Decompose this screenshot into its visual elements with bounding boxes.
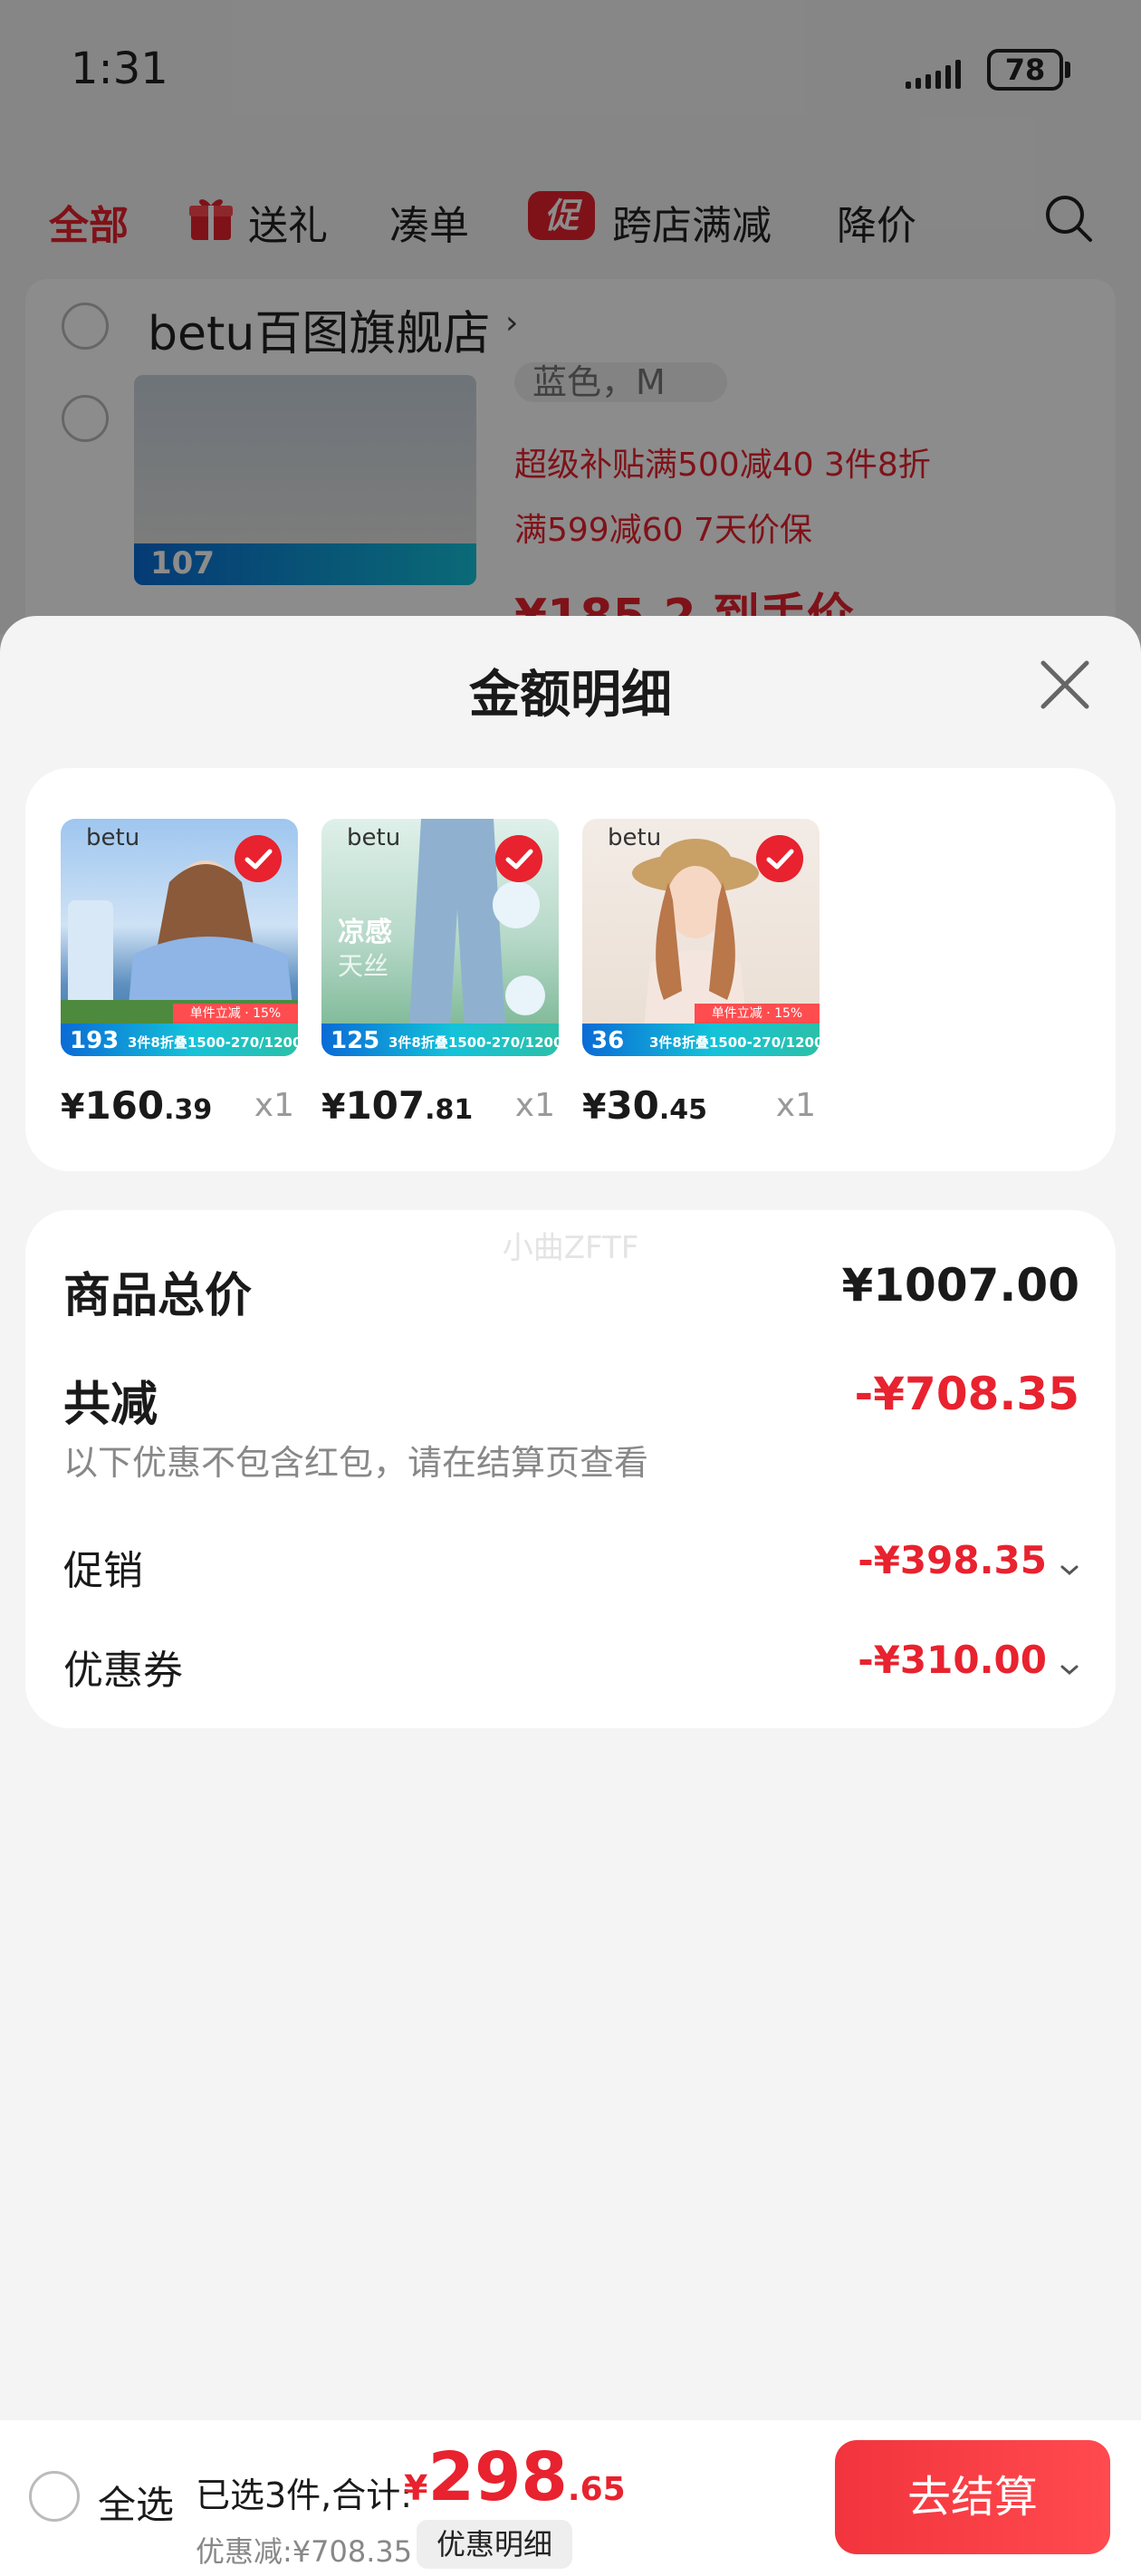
coupon-label: 优惠券	[63, 1648, 183, 1694]
promotion-value: -¥398.35	[858, 1538, 1047, 1582]
discount-amount-text: 优惠减:¥708.35	[196, 2534, 413, 2569]
price-decimal: .45	[658, 1094, 708, 1126]
sheet-title: 金额明细	[469, 666, 672, 725]
product-image[interactable]: betu 单件立减 · 15% 193 3件8折叠1500-270/1200-2…	[61, 819, 298, 1056]
product-discount-tag: 单件立减 · 15%	[173, 1004, 298, 1024]
coupon-row-value[interactable]: -¥310.00	[858, 1638, 1079, 1682]
checkout-button[interactable]: 去结算	[835, 2440, 1110, 2554]
product-strip-text: 3件8折叠1500-270/1200-200	[128, 1034, 298, 1051]
total-currency: ¥	[404, 2468, 428, 2508]
svg-text:天丝: 天丝	[338, 951, 388, 981]
checked-icon[interactable]	[235, 835, 282, 882]
select-all-label[interactable]: 全选	[98, 2475, 174, 2530]
promotion-row-value[interactable]: -¥398.35	[858, 1538, 1079, 1582]
checked-icon[interactable]	[495, 835, 542, 882]
currency-symbol: ¥	[61, 1087, 85, 1127]
product-quantity: x1	[254, 1087, 294, 1124]
product-strip-price: 36	[591, 1027, 625, 1054]
close-icon[interactable]	[1032, 652, 1098, 717]
product-discount-tag: 单件立减 · 15%	[695, 1004, 820, 1024]
promotion-label: 促销	[63, 1548, 143, 1594]
total-decimal: .65	[567, 2471, 626, 2508]
total-amount: ¥298.65	[404, 2438, 626, 2516]
product-image[interactable]: betu 单件立减 · 15% 36 3件8折叠1500-270/1200-20…	[582, 819, 820, 1056]
discount-detail-button[interactable]: 优惠明细	[417, 2520, 572, 2569]
reduction-note: 以下优惠不包含红包，请在结算页查看	[63, 1443, 649, 1483]
product-quantity: x1	[514, 1087, 555, 1124]
product-price: ¥30.45	[582, 1083, 707, 1128]
total-reduction-label: 共减	[63, 1378, 158, 1432]
currency-symbol: ¥	[321, 1087, 346, 1127]
product-brand: betu	[608, 824, 662, 851]
amount-detail-sheet: 金额明细 betu 单件立减 · 15% 193 3件8折叠1500-270/1…	[0, 616, 1141, 2576]
total-price-label: 商品总价	[63, 1269, 253, 1323]
modal-backdrop[interactable]	[0, 0, 1141, 634]
product-quantity: x1	[775, 1087, 816, 1124]
product-item[interactable]: 凉感 天丝 betu 125 3件8折叠1500-270/1200-200 ¥1…	[321, 819, 559, 1128]
selected-products-card: betu 单件立减 · 15% 193 3件8折叠1500-270/1200-2…	[25, 768, 1116, 1171]
product-item[interactable]: betu 单件立减 · 15% 36 3件8折叠1500-270/1200-20…	[582, 819, 820, 1128]
product-brand: betu	[347, 824, 401, 851]
price-summary-card: 小曲ZFTF 商品总价 ¥1007.00 共减 -¥708.35 以下优惠不包含…	[25, 1210, 1116, 1728]
product-item[interactable]: betu 单件立减 · 15% 193 3件8折叠1500-270/1200-2…	[61, 819, 298, 1128]
svg-text:凉感: 凉感	[338, 917, 392, 948]
total-integer: 298	[427, 2438, 568, 2516]
price-decimal: .39	[164, 1094, 213, 1126]
product-image[interactable]: 凉感 天丝 betu 125 3件8折叠1500-270/1200-200	[321, 819, 559, 1056]
checked-icon[interactable]	[756, 835, 803, 882]
price-integer: 30	[606, 1083, 659, 1128]
product-strip-text: 3件8折叠1500-270/1200-200	[649, 1034, 820, 1051]
product-strip-price: 125	[331, 1027, 380, 1054]
product-price: ¥160.39	[61, 1083, 212, 1128]
coupon-value: -¥310.00	[858, 1638, 1047, 1682]
select-all-radio[interactable]	[29, 2471, 80, 2522]
price-decimal: .81	[425, 1094, 474, 1126]
price-integer: 160	[84, 1083, 165, 1128]
selected-count-text: 已选3件,合计:	[196, 2475, 413, 2515]
chevron-down-icon	[1060, 1665, 1079, 1675]
product-strip-text: 3件8折叠1500-270/1200-200	[388, 1034, 559, 1051]
product-price: ¥107.81	[321, 1083, 473, 1128]
currency-symbol: ¥	[582, 1087, 607, 1127]
checkout-bar: 全选 已选3件,合计: ¥298.65 优惠减:¥708.35 优惠明细 去结算	[0, 2420, 1141, 2576]
product-strip-price: 193	[70, 1027, 120, 1054]
chevron-down-icon	[1060, 1565, 1079, 1575]
total-price-value: ¥1007.00	[841, 1259, 1079, 1312]
price-integer: 107	[345, 1083, 426, 1128]
total-reduction-value: -¥708.35	[854, 1368, 1080, 1420]
product-brand: betu	[86, 824, 140, 851]
